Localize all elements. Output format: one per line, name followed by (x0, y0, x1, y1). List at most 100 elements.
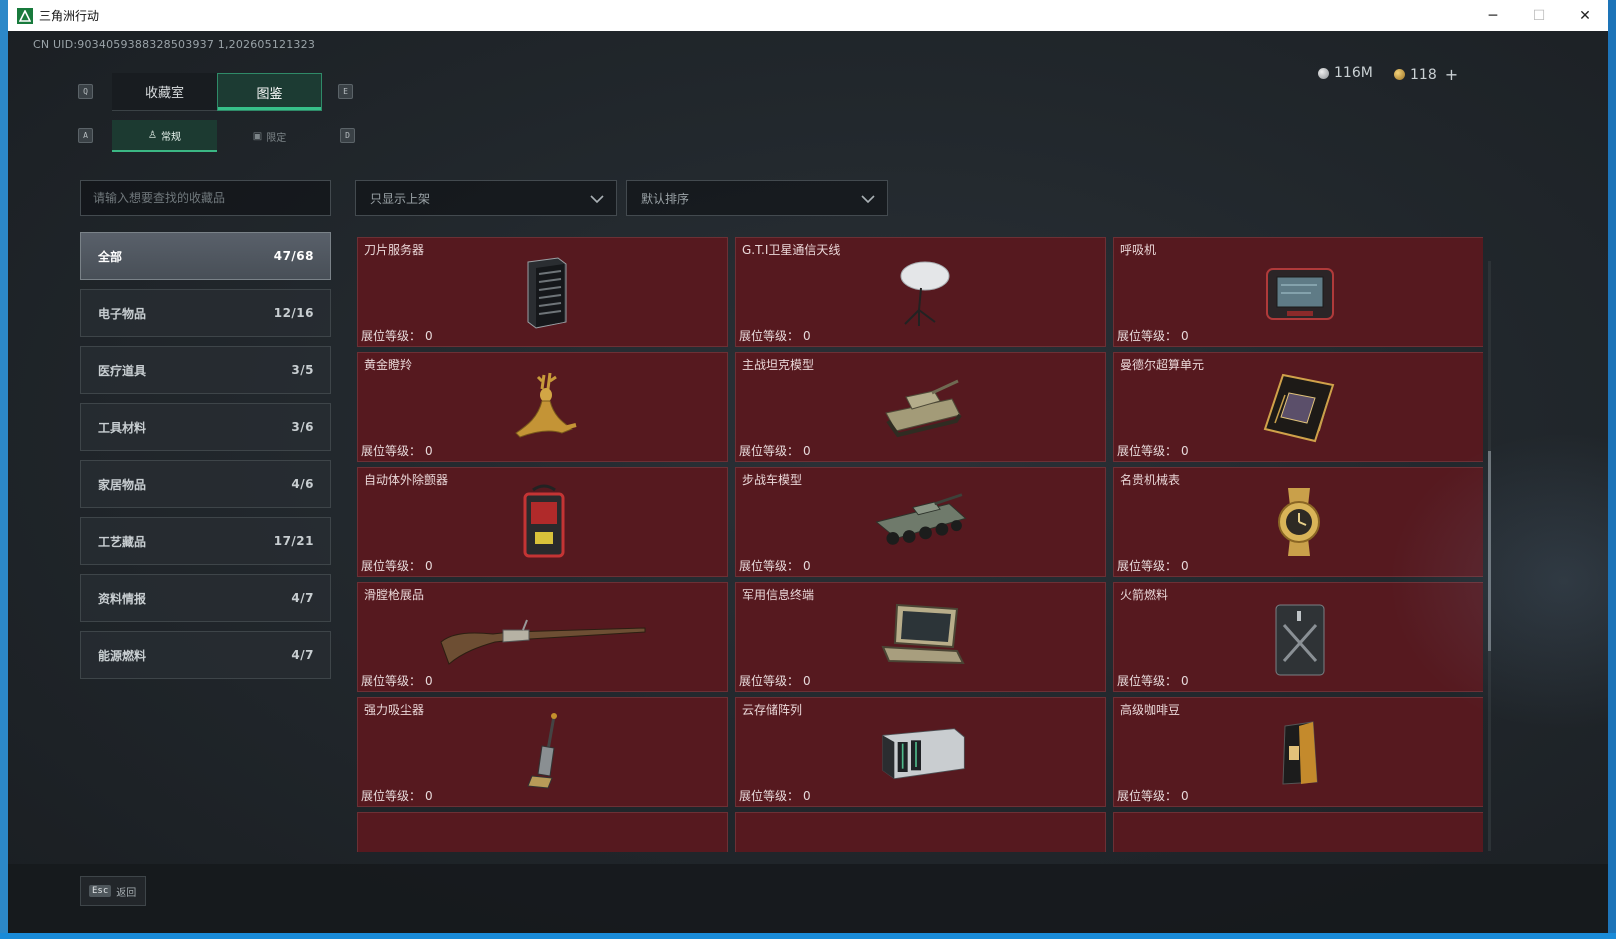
silver-coin-icon (1318, 67, 1329, 79)
category-count: 17/21 (273, 534, 314, 548)
level-label: 展位等级： (361, 789, 422, 803)
category-count: 4/7 (291, 591, 314, 605)
item-level: 展位等级： 0 (739, 787, 811, 804)
item-name: 步战车模型 (742, 473, 803, 487)
item-card[interactable]: 黄金瞪羚 展位等级： 0 (357, 352, 728, 462)
category-electronics[interactable]: 电子物品 12/16 (80, 289, 331, 337)
level-value: 0 (425, 329, 433, 343)
category-label: 工艺藏品 (98, 534, 147, 549)
sort-dropdown[interactable]: 默认排序 (626, 180, 888, 216)
item-card[interactable]: 高级咖啡豆 展位等级： 0 (1113, 697, 1483, 807)
level-label: 展位等级： (739, 329, 800, 343)
level-label: 展位等级： (1117, 674, 1178, 688)
key-hint-a: A (78, 128, 93, 143)
level-value: 0 (803, 559, 811, 573)
level-label: 展位等级： (361, 329, 422, 343)
esc-key-hint: Esc (89, 885, 112, 897)
currency-silver-value: 116M (1334, 65, 1373, 81)
level-label: 展位等级： (361, 559, 422, 573)
watch-icon (1249, 480, 1349, 564)
app-window: 三角洲行动 ─ ☐ ✕ CN UID:9034059388328503937 1… (8, 0, 1608, 933)
category-all[interactable]: 全部 47/68 (80, 232, 331, 280)
item-name: 黄金瞪羚 (364, 358, 413, 372)
armored-vehicle-icon (871, 480, 971, 564)
category-intel[interactable]: 资料情报 4/7 (80, 574, 331, 622)
back-button[interactable]: Esc 返回 (80, 876, 146, 906)
item-card[interactable]: 军用信息终端 展位等级： 0 (735, 582, 1106, 692)
item-card-partial[interactable] (357, 812, 728, 852)
item-level: 展位等级： 0 (361, 557, 433, 574)
level-value: 0 (425, 444, 433, 458)
category-label: 能源燃料 (98, 648, 147, 663)
category-energy[interactable]: 能源燃料 4/7 (80, 631, 331, 679)
add-currency-button[interactable]: + (1445, 65, 1458, 84)
level-value: 0 (1181, 559, 1189, 573)
level-value: 0 (803, 329, 811, 343)
level-value: 0 (425, 559, 433, 573)
item-level: 展位等级： 0 (361, 442, 433, 459)
item-grid: 刀片服务器 展位等级： 0 G.T.I卫星通信天线 展位等级： 0 呼吸机 展位等级… (357, 237, 1483, 852)
level-value: 0 (803, 444, 811, 458)
item-card[interactable]: 云存储阵列 展位等级： 0 (735, 697, 1106, 807)
item-card[interactable]: 曼德尔超算单元 展位等级： 0 (1113, 352, 1483, 462)
item-card[interactable]: 刀片服务器 展位等级： 0 (357, 237, 728, 347)
server-icon (493, 250, 593, 334)
vacuum-icon (493, 710, 593, 794)
tab-collection-room[interactable]: 收藏室 (112, 73, 217, 111)
item-card[interactable]: 强力吸尘器 展位等级： 0 (357, 697, 728, 807)
category-label: 医疗道具 (98, 363, 147, 378)
tab-catalog[interactable]: 图鉴 (217, 73, 322, 111)
item-name: 自动体外除颤器 (364, 473, 449, 487)
defibrillator-icon (493, 480, 593, 564)
ventilator-icon (1249, 250, 1349, 334)
category-count: 12/16 (273, 306, 314, 320)
filter-dropdown[interactable]: 只显示上架 (355, 180, 617, 216)
item-level: 展位等级： 0 (1117, 672, 1189, 689)
item-card-partial[interactable] (1113, 812, 1483, 852)
filter-dropdown-value: 只显示上架 (370, 191, 431, 206)
item-level: 展位等级： 0 (739, 672, 811, 689)
scrollbar-thumb[interactable] (1488, 451, 1491, 651)
category-label: 全部 (98, 249, 123, 264)
title-bar: 三角洲行动 ─ ☐ ✕ (8, 0, 1608, 31)
item-level: 展位等级： 0 (739, 442, 811, 459)
search-input[interactable] (93, 191, 313, 205)
level-label: 展位等级： (1117, 789, 1178, 803)
subtab-regular[interactable]: ♙ 常规 (112, 120, 217, 152)
item-card[interactable]: 火箭燃料 展位等级： 0 (1113, 582, 1483, 692)
bottom-bar (8, 864, 1608, 933)
close-button[interactable]: ✕ (1562, 0, 1608, 31)
item-name: 军用信息终端 (742, 588, 815, 602)
level-value: 0 (803, 674, 811, 688)
item-card-partial[interactable] (735, 812, 1106, 852)
category-tools[interactable]: 工具材料 3/6 (80, 403, 331, 451)
subtab-limited[interactable]: ▣ 限定 (217, 120, 322, 152)
item-card[interactable]: 滑膛枪展品 展位等级： 0 (357, 582, 728, 692)
category-list: 全部 47/68 电子物品 12/16 医疗道具 3/5 工具材料 3/6 家居… (80, 232, 331, 688)
window-controls: ─ ☐ ✕ (1470, 0, 1608, 31)
level-value: 0 (1181, 674, 1189, 688)
category-household[interactable]: 家居物品 4/6 (80, 460, 331, 508)
level-value: 0 (1181, 329, 1189, 343)
category-count: 47/68 (273, 249, 314, 263)
category-medical[interactable]: 医疗道具 3/5 (80, 346, 331, 394)
item-card[interactable]: 呼吸机 展位等级： 0 (1113, 237, 1483, 347)
game-view: CN UID:9034059388328503937 1,20260512132… (8, 31, 1608, 933)
currency-silver: 116M (1318, 65, 1373, 81)
item-level: 展位等级： 0 (1117, 327, 1189, 344)
item-card[interactable]: 自动体外除颤器 展位等级： 0 (357, 467, 728, 577)
item-name: 曼德尔超算单元 (1120, 358, 1205, 372)
minimize-button[interactable]: ─ (1470, 0, 1516, 31)
item-card[interactable]: 主战坦克模型 展位等级： 0 (735, 352, 1106, 462)
maximize-button[interactable]: ☐ (1516, 0, 1562, 31)
item-card[interactable]: 步战车模型 展位等级： 0 (735, 467, 1106, 577)
chevron-down-icon (861, 195, 875, 204)
item-card[interactable]: G.T.I卫星通信天线 展位等级： 0 (735, 237, 1106, 347)
level-value: 0 (1181, 444, 1189, 458)
category-crafts[interactable]: 工艺藏品 17/21 (80, 517, 331, 565)
item-level: 展位等级： 0 (1117, 787, 1189, 804)
item-name: 名贵机械表 (1120, 473, 1181, 487)
currency-gold: 118 + (1394, 65, 1458, 84)
grid-scrollbar[interactable] (1488, 261, 1491, 851)
item-card[interactable]: 名贵机械表 展位等级： 0 (1113, 467, 1483, 577)
